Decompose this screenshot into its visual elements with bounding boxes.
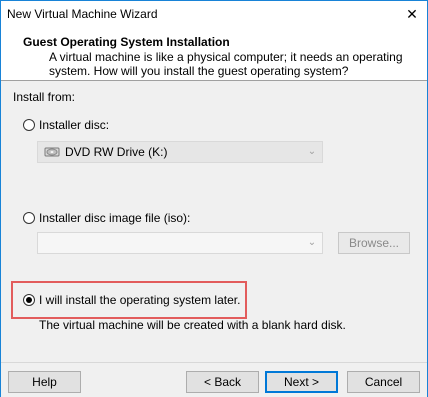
next-button[interactable]: Next > — [265, 371, 338, 393]
iso-image-option[interactable]: Installer disc image file (iso): — [23, 211, 190, 225]
wizard-window: New Virtual Machine Wizard ✕ Guest Opera… — [0, 0, 428, 397]
install-later-label: I will install the operating system late… — [39, 293, 241, 307]
disc-drive-icon — [44, 147, 60, 157]
browse-button[interactable]: Browse... — [338, 232, 410, 254]
chevron-down-icon: ⌄ — [307, 146, 317, 157]
iso-image-label: Installer disc image file (iso): — [39, 211, 191, 225]
close-icon: ✕ — [406, 6, 418, 22]
help-button[interactable]: Help — [8, 371, 81, 393]
close-button[interactable]: ✕ — [397, 1, 427, 28]
chevron-down-icon: ⌄ — [307, 237, 317, 248]
install-later-description: The virtual machine will be created with… — [39, 318, 346, 332]
title-bar: New Virtual Machine Wizard ✕ — [1, 1, 427, 28]
wizard-header: Guest Operating System Installation A vi… — [1, 28, 427, 81]
install-later-radio[interactable] — [23, 294, 35, 306]
installer-disc-label: Installer disc: — [39, 118, 110, 132]
wizard-footer: Help < Back Next > Cancel — [1, 362, 427, 397]
installer-disc-option[interactable]: Installer disc: — [23, 118, 109, 132]
wizard-body: Install from: Installer disc: DVD RW Dri… — [1, 81, 427, 361]
window-title: New Virtual Machine Wizard — [7, 7, 158, 21]
cancel-button[interactable]: Cancel — [347, 371, 420, 393]
back-button[interactable]: < Back — [186, 371, 259, 393]
page-title: Guest Operating System Installation — [23, 35, 230, 49]
iso-path-select[interactable]: ⌄ — [37, 232, 323, 254]
disc-drive-select[interactable]: DVD RW Drive (K:) ⌄ — [37, 141, 323, 163]
disc-drive-value: DVD RW Drive (K:) — [65, 145, 168, 159]
page-description: A virtual machine is like a physical com… — [49, 50, 403, 78]
installer-disc-radio[interactable] — [23, 119, 35, 131]
iso-image-radio[interactable] — [23, 212, 35, 224]
install-later-option[interactable]: I will install the operating system late… — [23, 293, 240, 307]
install-from-label: Install from: — [13, 90, 76, 104]
